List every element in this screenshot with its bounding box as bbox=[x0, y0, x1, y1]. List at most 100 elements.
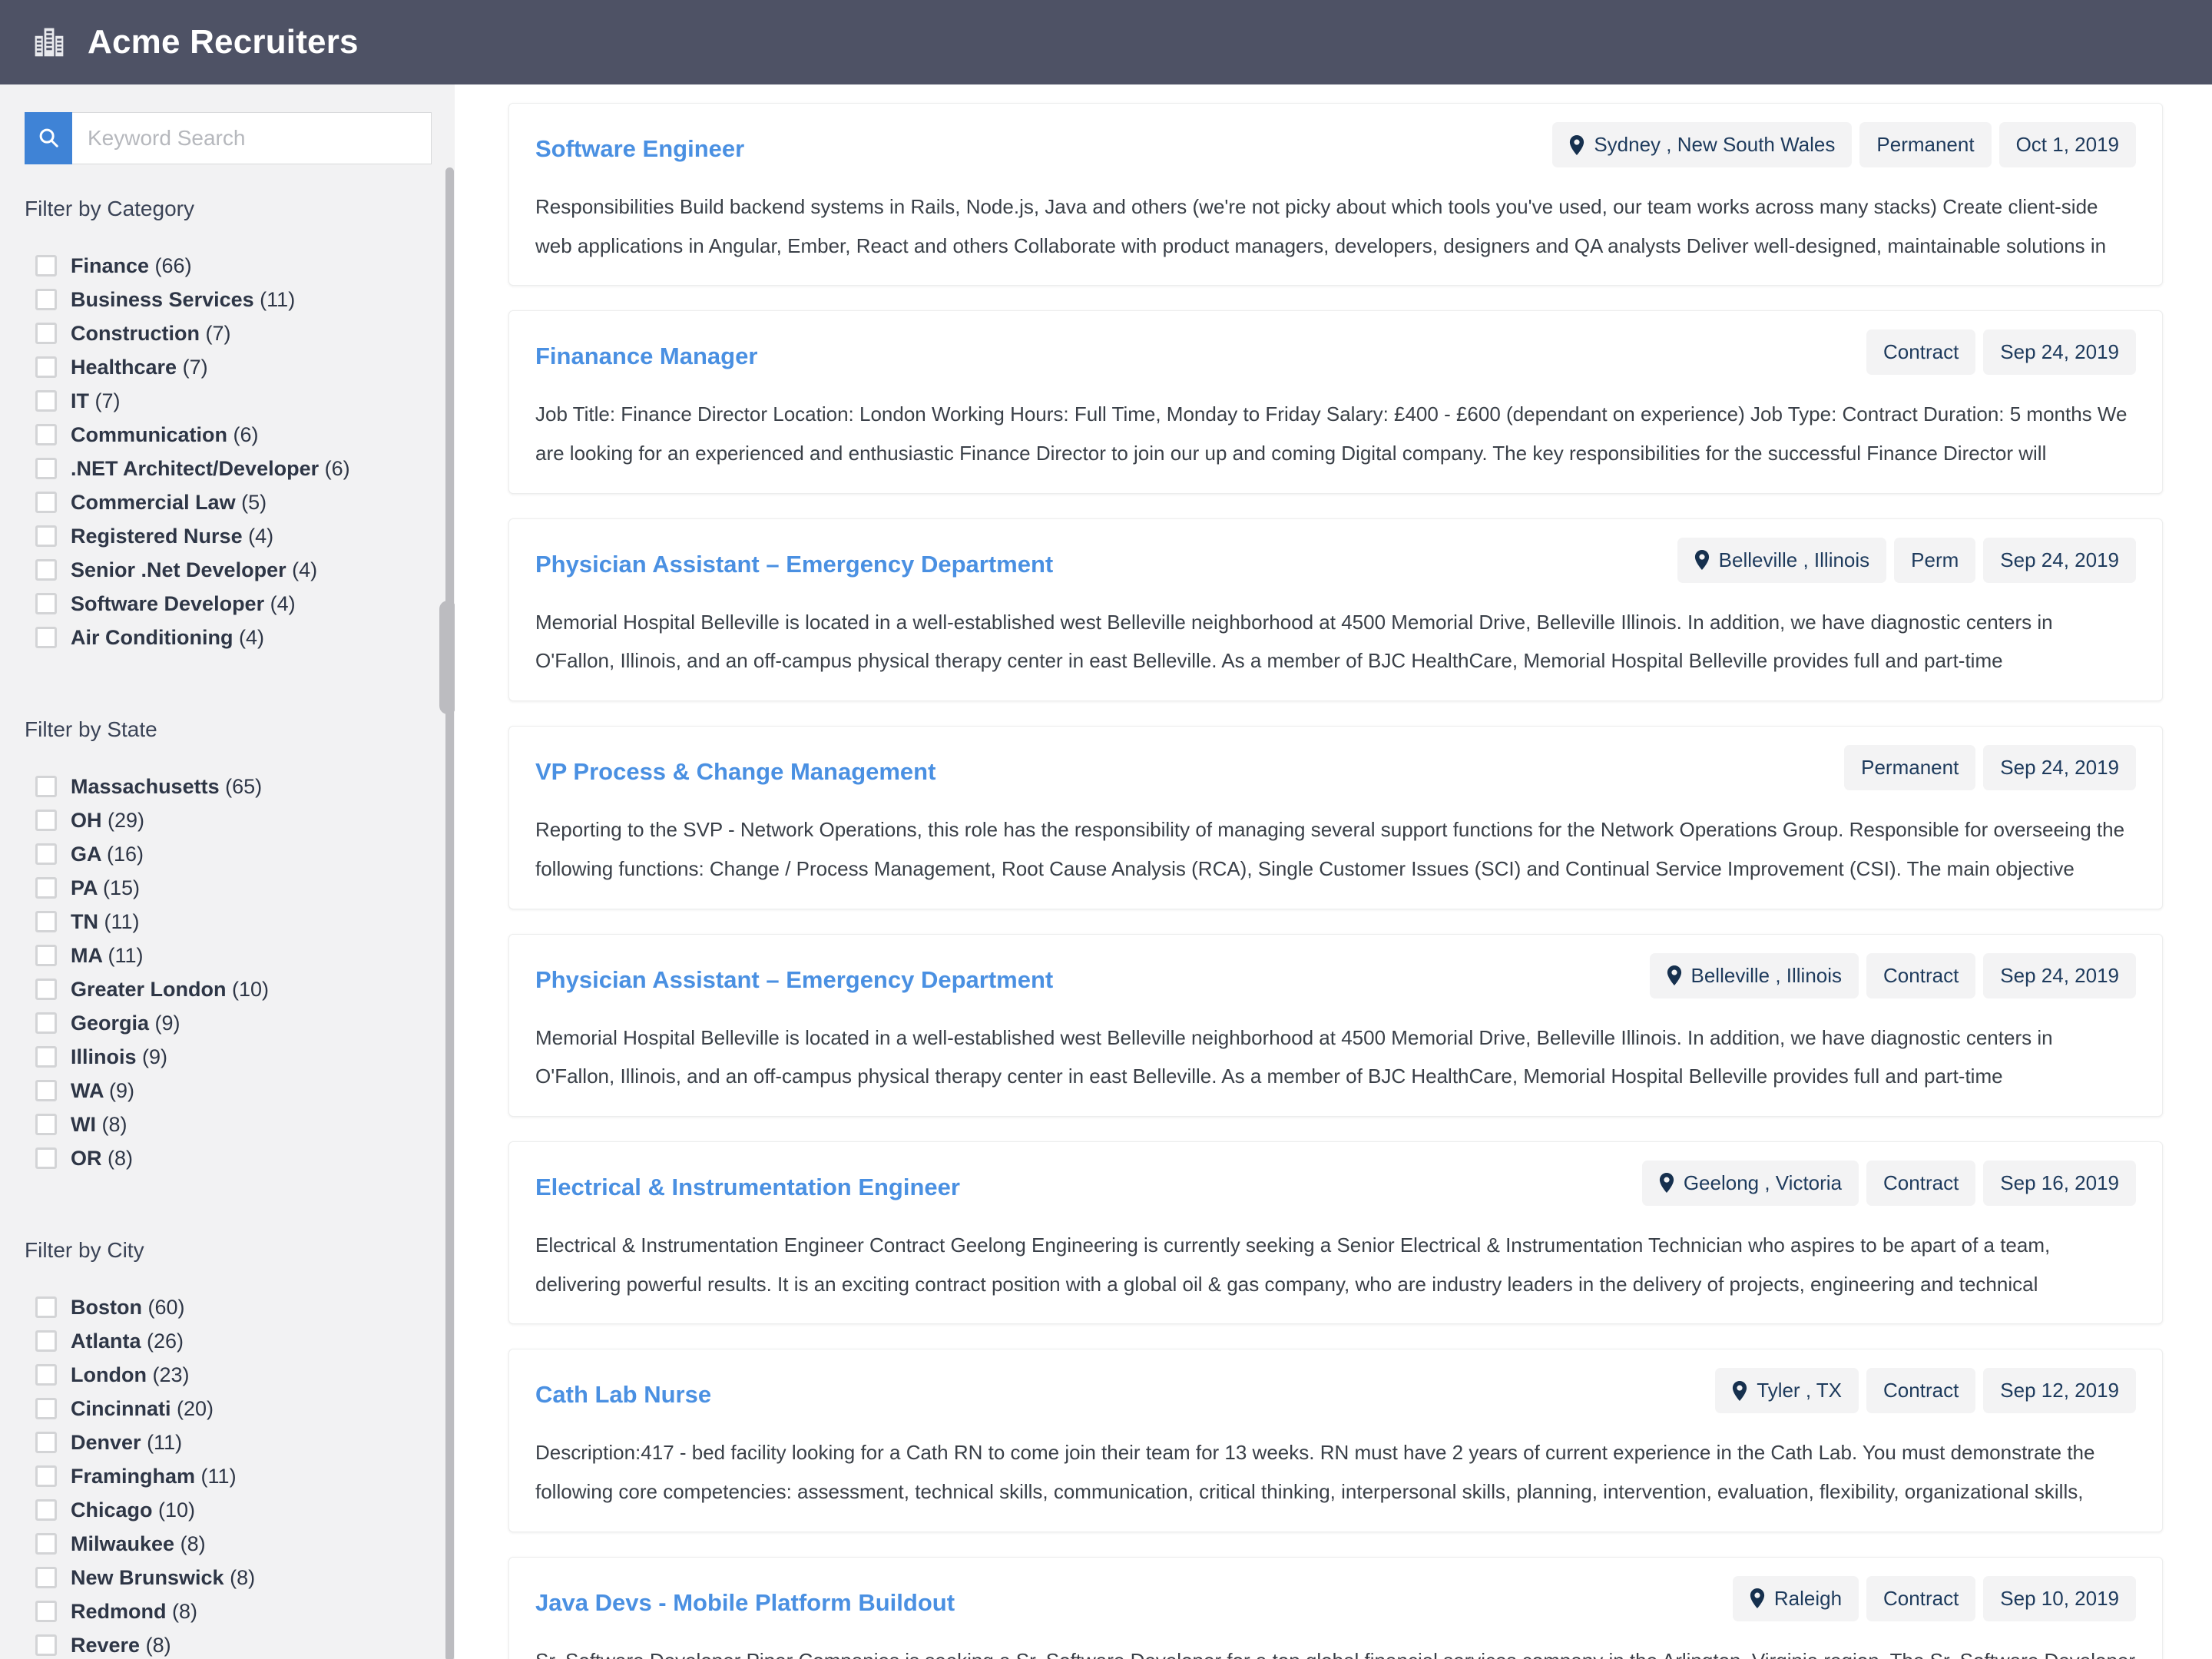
filter-option[interactable]: IT (7) bbox=[25, 384, 421, 418]
filter-option[interactable]: Cincinnati (20) bbox=[25, 1392, 421, 1426]
filter-checkbox[interactable] bbox=[35, 255, 57, 276]
filter-option[interactable]: .NET Architect/Developer (6) bbox=[25, 452, 421, 485]
filter-checkbox[interactable] bbox=[35, 776, 57, 797]
filter-checkbox[interactable] bbox=[35, 1080, 57, 1101]
filter-option[interactable]: GA (16) bbox=[25, 837, 421, 871]
filter-checkbox[interactable] bbox=[35, 289, 57, 310]
filter-checkbox[interactable] bbox=[35, 323, 57, 344]
job-title-link[interactable]: VP Process & Change Management bbox=[535, 756, 935, 785]
job-card[interactable]: Finanance Manager Contract Sep 24, 2019 Job… bbox=[508, 310, 2163, 494]
filter-option[interactable]: Senior .Net Developer (4) bbox=[25, 553, 421, 587]
filter-checkbox[interactable] bbox=[35, 843, 57, 865]
filter-option[interactable]: New Brunswick (8) bbox=[25, 1561, 421, 1594]
job-card[interactable]: VP Process & Change Management Permanent S… bbox=[508, 726, 2163, 909]
filter-checkbox[interactable] bbox=[35, 945, 57, 966]
job-card[interactable]: Java Devs - Mobile Platform Buildout Rale… bbox=[508, 1556, 2163, 1659]
app-header: Acme Recruiters bbox=[0, 0, 2212, 84]
filter-option[interactable]: Boston (60) bbox=[25, 1290, 421, 1324]
filter-option-count: (6) bbox=[233, 422, 259, 446]
filter-checkbox[interactable] bbox=[35, 593, 57, 614]
location-pin-icon bbox=[1732, 1380, 1747, 1401]
job-tags: Tyler , TX Contract Sep 12, 2019 bbox=[1715, 1368, 2136, 1414]
filter-checkbox[interactable] bbox=[35, 424, 57, 445]
filter-checkbox[interactable] bbox=[35, 390, 57, 412]
filter-option-label: Milwaukee (8) bbox=[71, 1532, 206, 1556]
filter-checkbox[interactable] bbox=[35, 1296, 57, 1318]
filter-checkbox[interactable] bbox=[35, 458, 57, 479]
filter-option[interactable]: London (23) bbox=[25, 1358, 421, 1392]
filter-checkbox[interactable] bbox=[35, 1114, 57, 1135]
filter-option-name: Denver bbox=[71, 1430, 141, 1454]
filter-option[interactable]: Denver (11) bbox=[25, 1426, 421, 1459]
filter-option[interactable]: OH (29) bbox=[25, 803, 421, 837]
job-title-link[interactable]: Physician Assistant – Emergency Departme… bbox=[535, 964, 1053, 993]
filter-option[interactable]: Chicago (10) bbox=[25, 1493, 421, 1527]
filter-checkbox[interactable] bbox=[35, 1012, 57, 1034]
job-card[interactable]: Physician Assistant – Emergency Departme… bbox=[508, 518, 2163, 702]
filter-option[interactable]: PA (15) bbox=[25, 871, 421, 905]
filter-checkbox[interactable] bbox=[35, 627, 57, 648]
search-button[interactable] bbox=[25, 112, 72, 164]
filter-option[interactable]: Registered Nurse (4) bbox=[25, 519, 421, 553]
filter-checkbox[interactable] bbox=[35, 979, 57, 1000]
filter-option[interactable]: Milwaukee (8) bbox=[25, 1527, 421, 1561]
job-title-link[interactable]: Software Engineer bbox=[535, 133, 744, 162]
filter-checkbox[interactable] bbox=[35, 492, 57, 513]
filter-checkbox[interactable] bbox=[35, 1634, 57, 1656]
filter-option[interactable]: WI (8) bbox=[25, 1108, 421, 1141]
filter-option[interactable]: Finance (66) bbox=[25, 249, 421, 283]
filter-option-name: WI bbox=[71, 1112, 96, 1136]
filter-option[interactable]: Software Developer (4) bbox=[25, 587, 421, 621]
filter-checkbox[interactable] bbox=[35, 1330, 57, 1352]
filter-checkbox[interactable] bbox=[35, 356, 57, 378]
filter-checkbox[interactable] bbox=[35, 911, 57, 932]
filter-checkbox[interactable] bbox=[35, 1499, 57, 1521]
filter-checkbox[interactable] bbox=[35, 1432, 57, 1453]
job-title-link[interactable]: Java Devs - Mobile Platform Buildout bbox=[535, 1587, 955, 1616]
filter-checkbox[interactable] bbox=[35, 1533, 57, 1555]
filter-option[interactable]: TN (11) bbox=[25, 905, 421, 939]
filter-option[interactable]: Healthcare (7) bbox=[25, 350, 421, 384]
job-location-tag: Geelong , Victoria bbox=[1641, 1160, 1859, 1206]
filter-checkbox[interactable] bbox=[35, 1601, 57, 1622]
job-card[interactable]: Cath Lab Nurse Tyler , TX Contract Sep 12, … bbox=[508, 1349, 2163, 1532]
filter-option[interactable]: MA (11) bbox=[25, 939, 421, 972]
job-card[interactable]: Electrical & Instrumentation Engineer Gee… bbox=[508, 1141, 2163, 1325]
job-card[interactable]: Physician Assistant – Emergency Departme… bbox=[508, 933, 2163, 1117]
filter-option[interactable]: Massachusetts (65) bbox=[25, 770, 421, 803]
filter-checkbox[interactable] bbox=[35, 525, 57, 547]
filter-option[interactable]: Construction (7) bbox=[25, 316, 421, 350]
filter-option[interactable]: Atlanta (26) bbox=[25, 1324, 421, 1358]
filter-checkbox[interactable] bbox=[35, 1147, 57, 1169]
filter-option[interactable]: Framingham (11) bbox=[25, 1459, 421, 1493]
filter-option[interactable]: Greater London (10) bbox=[25, 972, 421, 1006]
job-title-link[interactable]: Cath Lab Nurse bbox=[535, 1379, 711, 1408]
filter-option[interactable]: Business Services (11) bbox=[25, 283, 421, 316]
filter-option[interactable]: Redmond (8) bbox=[25, 1594, 421, 1628]
filter-option[interactable]: Illinois (9) bbox=[25, 1040, 421, 1074]
filter-option[interactable]: Air Conditioning (4) bbox=[25, 621, 421, 654]
filter-option-label: Business Services (11) bbox=[71, 288, 295, 312]
filter-checkbox[interactable] bbox=[35, 1567, 57, 1588]
filter-option[interactable]: Communication (6) bbox=[25, 418, 421, 452]
filter-option[interactable]: Commercial Law (5) bbox=[25, 485, 421, 519]
filter-checkbox[interactable] bbox=[35, 559, 57, 581]
filter-option[interactable]: Georgia (9) bbox=[25, 1006, 421, 1040]
filter-checkbox[interactable] bbox=[35, 1398, 57, 1419]
filter-checkbox[interactable] bbox=[35, 1364, 57, 1386]
job-title-link[interactable]: Electrical & Instrumentation Engineer bbox=[535, 1171, 960, 1200]
filter-option[interactable]: OR (8) bbox=[25, 1141, 421, 1175]
filter-option[interactable]: WA (9) bbox=[25, 1074, 421, 1108]
filter-option-label: Healthcare (7) bbox=[71, 356, 208, 379]
filter-option[interactable]: Revere (8) bbox=[25, 1628, 421, 1659]
filter-checkbox[interactable] bbox=[35, 1046, 57, 1068]
sidebar-scroll-bar[interactable] bbox=[445, 167, 454, 1659]
job-title-link[interactable]: Finanance Manager bbox=[535, 340, 757, 369]
job-title-link[interactable]: Physician Assistant – Emergency Departme… bbox=[535, 548, 1053, 578]
job-card[interactable]: Software Engineer Sydney , New South Wale… bbox=[508, 103, 2163, 286]
sidebar-scroll-thumb[interactable] bbox=[439, 601, 455, 714]
search-input[interactable] bbox=[72, 112, 432, 164]
filter-checkbox[interactable] bbox=[35, 877, 57, 899]
filter-checkbox[interactable] bbox=[35, 1465, 57, 1487]
filter-checkbox[interactable] bbox=[35, 810, 57, 831]
